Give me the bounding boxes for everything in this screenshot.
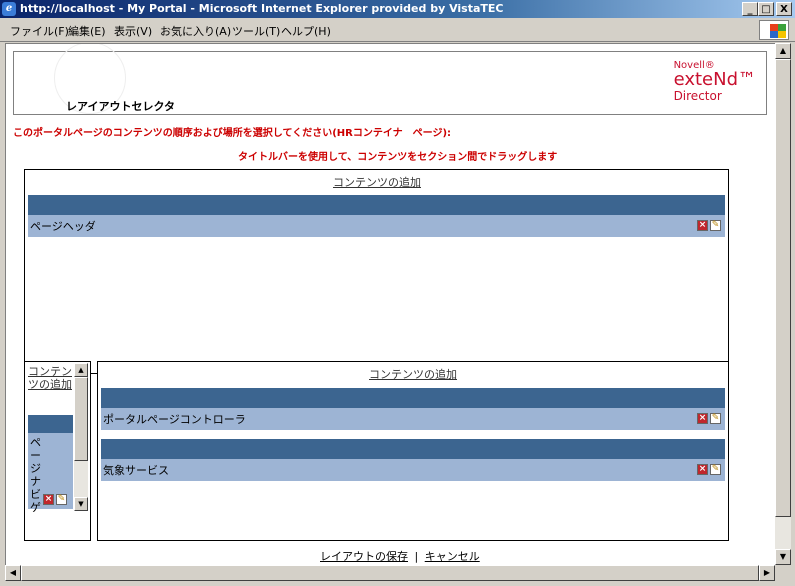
remove-icon[interactable]: × — [697, 413, 708, 424]
section-scrollbar[interactable]: ▲ ▼ — [74, 363, 88, 511]
scroll-thumb[interactable] — [74, 377, 88, 461]
page-content: レアイアウトセレクタ Novell® exteNd™ Director このポー… — [5, 43, 775, 566]
menu-favorites[interactable]: お気に入り(A) — [160, 23, 231, 39]
scroll-down-button[interactable]: ▼ — [775, 549, 791, 565]
edit-icon[interactable]: ✎ — [710, 220, 721, 231]
window-title: http://localhost - My Portal - Microsoft… — [20, 2, 504, 15]
menu-help[interactable]: ヘルプ(H) — [281, 23, 331, 39]
remove-icon[interactable]: × — [43, 494, 54, 505]
portlet-title: ポータルページコントローラ — [103, 413, 246, 426]
scrollbar-corner — [775, 565, 791, 581]
scroll-left-button[interactable]: ◀ — [5, 565, 21, 581]
cancel-link[interactable]: キャンセル — [425, 550, 480, 563]
top-section: コンテンツの追加 ページヘッダ × ✎ — [24, 169, 729, 374]
save-layout-link[interactable]: レイアウトの保存 — [320, 550, 408, 563]
remove-icon[interactable]: × — [697, 220, 708, 231]
page-title: レアイアウトセレクタ — [66, 100, 176, 113]
windows-logo-icon — [759, 20, 789, 40]
novell-logo: Novell® exteNd™ Director — [673, 60, 756, 103]
portlet-title: ページナビゲ — [30, 436, 41, 514]
scroll-down-button[interactable]: ▼ — [74, 497, 88, 511]
portlet-title: ページヘッダ — [30, 220, 96, 233]
portlet-page-header[interactable]: ページヘッダ × ✎ — [28, 215, 725, 237]
footer-actions: レイアウトの保存 | キャンセル — [320, 548, 480, 564]
menu-view[interactable]: 表示(V) — [114, 23, 152, 39]
portlet-title-bar[interactable] — [101, 439, 725, 459]
portlet-page-navigation[interactable]: ページナビゲ × ✎ — [28, 433, 73, 514]
minimize-button[interactable]: _ — [742, 2, 758, 16]
scroll-up-button[interactable]: ▲ — [74, 363, 88, 377]
portlet-title-bar[interactable] — [28, 195, 725, 215]
add-content-link[interactable]: コンテンツの追加 — [28, 365, 72, 391]
maximize-button[interactable]: □ — [758, 2, 774, 16]
scroll-up-button[interactable]: ▲ — [775, 43, 791, 59]
menu-tools[interactable]: ツール(T) — [232, 23, 280, 39]
portlet-title: 気象サービス — [103, 464, 169, 477]
menu-edit[interactable]: 編集(E) — [68, 23, 106, 39]
instruction-text: このポータルページのコンテンツの順序および場所を選択してください(HRコンテイナ… — [13, 128, 452, 139]
edit-icon[interactable]: ✎ — [710, 464, 721, 475]
portlet-page-controller[interactable]: ポータルページコントローラ × ✎ — [101, 408, 725, 430]
menu-file[interactable]: ファイル(F) — [10, 23, 69, 39]
header-banner: レアイアウトセレクタ Novell® exteNd™ Director — [13, 44, 767, 115]
ie-icon: e — [2, 2, 16, 16]
portlet-title-bar[interactable] — [101, 388, 725, 408]
scroll-thumb[interactable] — [775, 59, 791, 517]
close-button[interactable]: X — [776, 2, 792, 16]
scroll-thumb[interactable] — [21, 565, 759, 581]
vertical-scrollbar[interactable]: ▲ ▼ — [775, 43, 791, 565]
edit-icon[interactable]: ✎ — [56, 494, 67, 505]
footer-separator: | — [414, 550, 419, 563]
drag-instruction-text: タイトルバーを使用して、コンテンツをセクション間でドラッグします — [238, 152, 558, 163]
add-content-link[interactable]: コンテンツの追加 — [369, 366, 457, 382]
portlet-title-bar[interactable] — [28, 415, 73, 433]
edit-icon[interactable]: ✎ — [710, 413, 721, 424]
add-content-link[interactable]: コンテンツの追加 — [333, 174, 421, 190]
scroll-right-button[interactable]: ▶ — [759, 565, 775, 581]
window-title-bar[interactable]: e http://localhost - My Portal - Microso… — [0, 0, 795, 18]
portlet-weather-service[interactable]: 気象サービス × ✎ — [101, 459, 725, 481]
horizontal-scrollbar[interactable]: ◀ ▶ — [5, 565, 775, 581]
left-section: コンテンツの追加 ページナビゲ × ✎ ▲ ▼ — [24, 361, 91, 541]
right-section: コンテンツの追加 ポータルページコントローラ × ✎ 気象サービス × ✎ — [97, 361, 729, 541]
menu-bar: ファイル(F) 編集(E) 表示(V) お気に入り(A) ツール(T) ヘルプ(… — [0, 19, 795, 42]
remove-icon[interactable]: × — [697, 464, 708, 475]
